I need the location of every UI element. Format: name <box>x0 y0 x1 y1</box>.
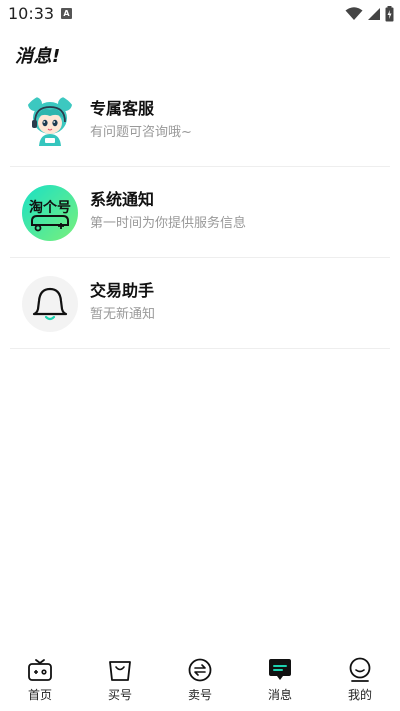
nav-label: 消息 <box>267 688 292 702</box>
message-title: 系统通知 <box>90 190 155 209</box>
signal-icon <box>368 8 380 20</box>
nav-label: 首页 <box>27 688 52 702</box>
status-bar: 10:33 A <box>0 0 400 28</box>
customer-service-avatar <box>22 94 78 150</box>
battery-icon <box>385 6 394 22</box>
profile-icon <box>349 657 371 682</box>
notification-a-icon: A <box>61 8 72 19</box>
bottom-nav: 首页 买号 卖号 消息 我的 <box>0 653 400 711</box>
bell-avatar <box>22 276 78 332</box>
message-text: 交易助手 暂无新通知 <box>90 280 155 324</box>
home-icon <box>28 659 52 681</box>
sell-exchange-icon <box>188 658 212 682</box>
message-icon <box>269 659 291 680</box>
message-subtitle: 第一时间为你提供服务信息 <box>90 216 247 231</box>
nav-home[interactable]: 首页 <box>0 653 80 711</box>
message-text: 专属客服 有问题可咨询哦~ <box>90 98 192 142</box>
message-title: 交易助手 <box>90 281 155 300</box>
message-item-trade-assistant[interactable]: 交易助手 暂无新通知 <box>10 258 390 349</box>
message-subtitle: 暂无新通知 <box>90 307 156 322</box>
message-title: 专属客服 <box>90 99 155 118</box>
message-item-system-notice[interactable]: 淘个号 系统通知 第一时间为你提供服务信息 <box>10 167 390 258</box>
message-list: 专属客服 有问题可咨询哦~ 淘个号 系统通知 第一时间为你提供服务信息 交易助手 <box>10 76 390 349</box>
message-subtitle: 有问题可咨询哦~ <box>90 125 192 140</box>
status-indicators <box>345 4 394 24</box>
message-text: 系统通知 第一时间为你提供服务信息 <box>90 189 246 233</box>
nav-sell[interactable]: 卖号 <box>160 653 240 711</box>
message-item-customer-service[interactable]: 专属客服 有问题可咨询哦~ <box>10 76 390 167</box>
bell-icon <box>32 287 68 321</box>
nav-label: 卖号 <box>187 688 212 702</box>
nav-profile[interactable]: 我的 <box>320 653 400 711</box>
nav-buy[interactable]: 买号 <box>80 653 160 711</box>
system-logo-text: 淘个号 <box>29 199 71 215</box>
buy-bag-icon <box>109 661 131 681</box>
system-notice-logo: 淘个号 <box>22 185 78 241</box>
nav-label: 我的 <box>347 688 372 702</box>
nav-messages[interactable]: 消息 <box>240 653 320 711</box>
wifi-icon <box>345 7 363 20</box>
page-title: 消息! <box>15 46 61 67</box>
nav-label: 买号 <box>107 688 132 702</box>
status-time: 10:33 <box>8 4 55 23</box>
